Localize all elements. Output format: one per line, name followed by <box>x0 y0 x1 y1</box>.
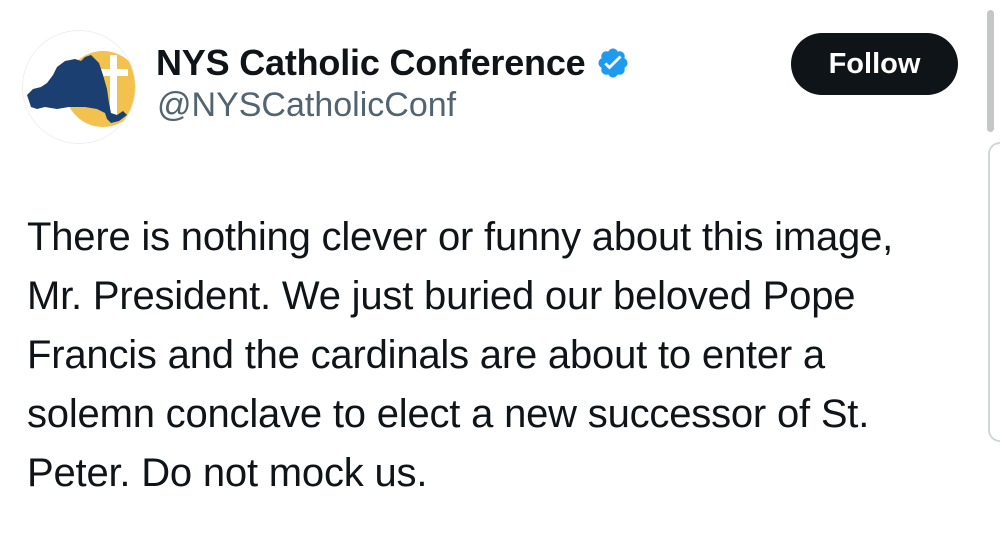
follow-button[interactable]: Follow <box>791 33 958 95</box>
display-name-row: NYS Catholic Conference <box>156 40 630 86</box>
tweet-text: There is nothing clever or funny about t… <box>27 215 894 495</box>
scrollbar-thumb[interactable] <box>987 10 994 132</box>
verified-badge-icon[interactable] <box>596 46 630 80</box>
account-handle[interactable]: @NYSCatholicConf <box>157 86 456 125</box>
display-name[interactable]: NYS Catholic Conference <box>156 42 586 84</box>
profile-avatar[interactable] <box>22 30 136 144</box>
side-panel-edge <box>988 142 1000 442</box>
tweet-card: NYS Catholic Conference @NYSCatholicConf… <box>0 0 1000 541</box>
nys-state-map-cross-logo-icon <box>23 31 135 143</box>
